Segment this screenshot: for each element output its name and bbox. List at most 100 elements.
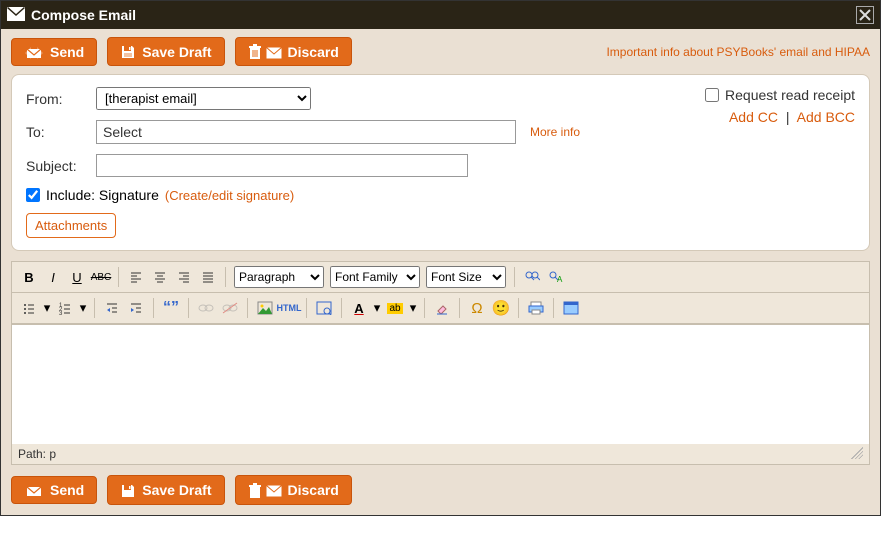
editor-statusbar: Path: p [12, 444, 869, 464]
from-select[interactable]: [therapist email] [96, 87, 311, 110]
from-row: From: [therapist email] [26, 87, 705, 110]
right-options: Request read receipt Add CC | Add BCC [705, 87, 855, 125]
attachments-button[interactable]: Attachments [26, 213, 116, 238]
separator [118, 267, 119, 287]
window-title: Compose Email [31, 7, 856, 23]
bold-button[interactable]: B [18, 266, 40, 288]
discard-button[interactable]: Discard [235, 37, 352, 66]
separator [225, 267, 226, 287]
save-draft-label: Save Draft [142, 44, 211, 60]
fullscreen-button[interactable] [560, 297, 582, 319]
save-draft-label: Save Draft [142, 482, 211, 498]
special-char-button[interactable]: Ω [466, 297, 488, 319]
add-bcc-link[interactable]: Add BCC [797, 109, 855, 125]
blockquote-button[interactable]: “” [160, 297, 182, 319]
outdent-button[interactable] [101, 297, 123, 319]
font-size-select[interactable]: Font Size [426, 266, 506, 288]
more-info-link[interactable]: More info [530, 125, 580, 139]
align-justify-button[interactable] [197, 266, 219, 288]
cc-bcc-line: Add CC | Add BCC [705, 109, 855, 125]
read-receipt-row[interactable]: Request read receipt [705, 87, 855, 103]
find-replace-button[interactable]: A [545, 266, 567, 288]
strikethrough-button[interactable]: ABC [90, 266, 112, 288]
trash-icon [248, 481, 268, 498]
indent-button[interactable] [125, 297, 147, 319]
edit-signature-link[interactable]: (Create/edit signature) [165, 188, 294, 203]
text-color-dropdown[interactable]: ▾ [372, 297, 382, 319]
compose-panel: From: [therapist email] To: More info [11, 74, 870, 251]
separator [153, 298, 154, 318]
save-icon [120, 43, 142, 60]
read-receipt-checkbox[interactable] [705, 88, 719, 102]
subject-input[interactable] [96, 154, 468, 177]
italic-button[interactable]: I [42, 266, 64, 288]
separator [247, 298, 248, 318]
to-input[interactable] [96, 120, 516, 144]
erase-format-button[interactable] [431, 297, 453, 319]
from-label: From: [26, 91, 96, 107]
send-button[interactable]: Send [11, 38, 97, 66]
ordered-list-button[interactable]: 123 [54, 297, 76, 319]
align-right-button[interactable] [173, 266, 195, 288]
separator [459, 298, 460, 318]
unordered-list-button[interactable] [18, 297, 40, 319]
separator [518, 298, 519, 318]
send-button-bottom[interactable]: Send [11, 476, 97, 504]
include-signature-label: Include: Signature [46, 187, 159, 203]
signature-row: Include: Signature (Create/edit signatur… [26, 187, 855, 203]
add-cc-link[interactable]: Add CC [729, 109, 778, 125]
resize-handle[interactable] [851, 447, 863, 459]
trash-icon [248, 43, 268, 60]
format-select[interactable]: Paragraph [234, 266, 324, 288]
send-label: Send [50, 44, 84, 60]
path-value[interactable]: p [49, 447, 56, 461]
path-label: Path: [18, 447, 46, 461]
separator [306, 298, 307, 318]
link-button[interactable] [195, 297, 217, 319]
to-row: To: More info [26, 120, 705, 144]
send-icon [24, 482, 50, 498]
underline-button[interactable]: U [66, 266, 88, 288]
align-center-button[interactable] [149, 266, 171, 288]
discard-label: Discard [288, 44, 339, 60]
print-button[interactable] [525, 297, 547, 319]
find-button[interactable] [521, 266, 543, 288]
save-draft-button-bottom[interactable]: Save Draft [107, 475, 224, 504]
subject-label: Subject: [26, 158, 96, 174]
subject-row: Subject: [26, 154, 855, 177]
unlink-button[interactable] [219, 297, 241, 319]
include-signature-checkbox[interactable] [26, 188, 40, 202]
hipaa-info-link[interactable]: Important info about PSYBooks' email and… [606, 45, 870, 59]
editor-toolbar-row1: B I U ABC Paragraph Font Family Font Siz… [12, 262, 869, 293]
titlebar: Compose Email [1, 1, 880, 29]
olist-dropdown[interactable]: ▾ [78, 297, 88, 319]
separator: | [786, 109, 790, 125]
mail-x-icon [266, 44, 288, 60]
send-icon [24, 44, 50, 60]
separator [424, 298, 425, 318]
bg-color-button[interactable]: ab [384, 297, 406, 319]
send-label: Send [50, 482, 84, 498]
compose-email-window: Compose Email Send Save Draft Discard Im… [0, 0, 881, 516]
align-left-button[interactable] [125, 266, 147, 288]
text-color-button[interactable]: A [348, 297, 370, 319]
font-family-select[interactable]: Font Family [330, 266, 420, 288]
html-button[interactable]: HTML [278, 297, 300, 319]
content-area: Send Save Draft Discard Important info a… [1, 29, 880, 515]
preview-button[interactable] [313, 297, 335, 319]
bottom-toolbar: Send Save Draft Discard [11, 475, 870, 504]
discard-button-bottom[interactable]: Discard [235, 475, 352, 504]
editor-body[interactable] [12, 324, 869, 444]
close-button[interactable] [856, 6, 874, 24]
emoji-button[interactable]: 🙂 [490, 297, 512, 319]
list-dropdown[interactable]: ▾ [42, 297, 52, 319]
save-draft-button[interactable]: Save Draft [107, 37, 224, 66]
separator [553, 298, 554, 318]
svg-text:A: A [557, 275, 563, 284]
svg-text:3: 3 [59, 311, 63, 315]
image-button[interactable] [254, 297, 276, 319]
bg-color-dropdown[interactable]: ▾ [408, 297, 418, 319]
mail-x-icon [266, 482, 288, 498]
discard-label: Discard [288, 482, 339, 498]
read-receipt-label: Request read receipt [725, 87, 855, 103]
